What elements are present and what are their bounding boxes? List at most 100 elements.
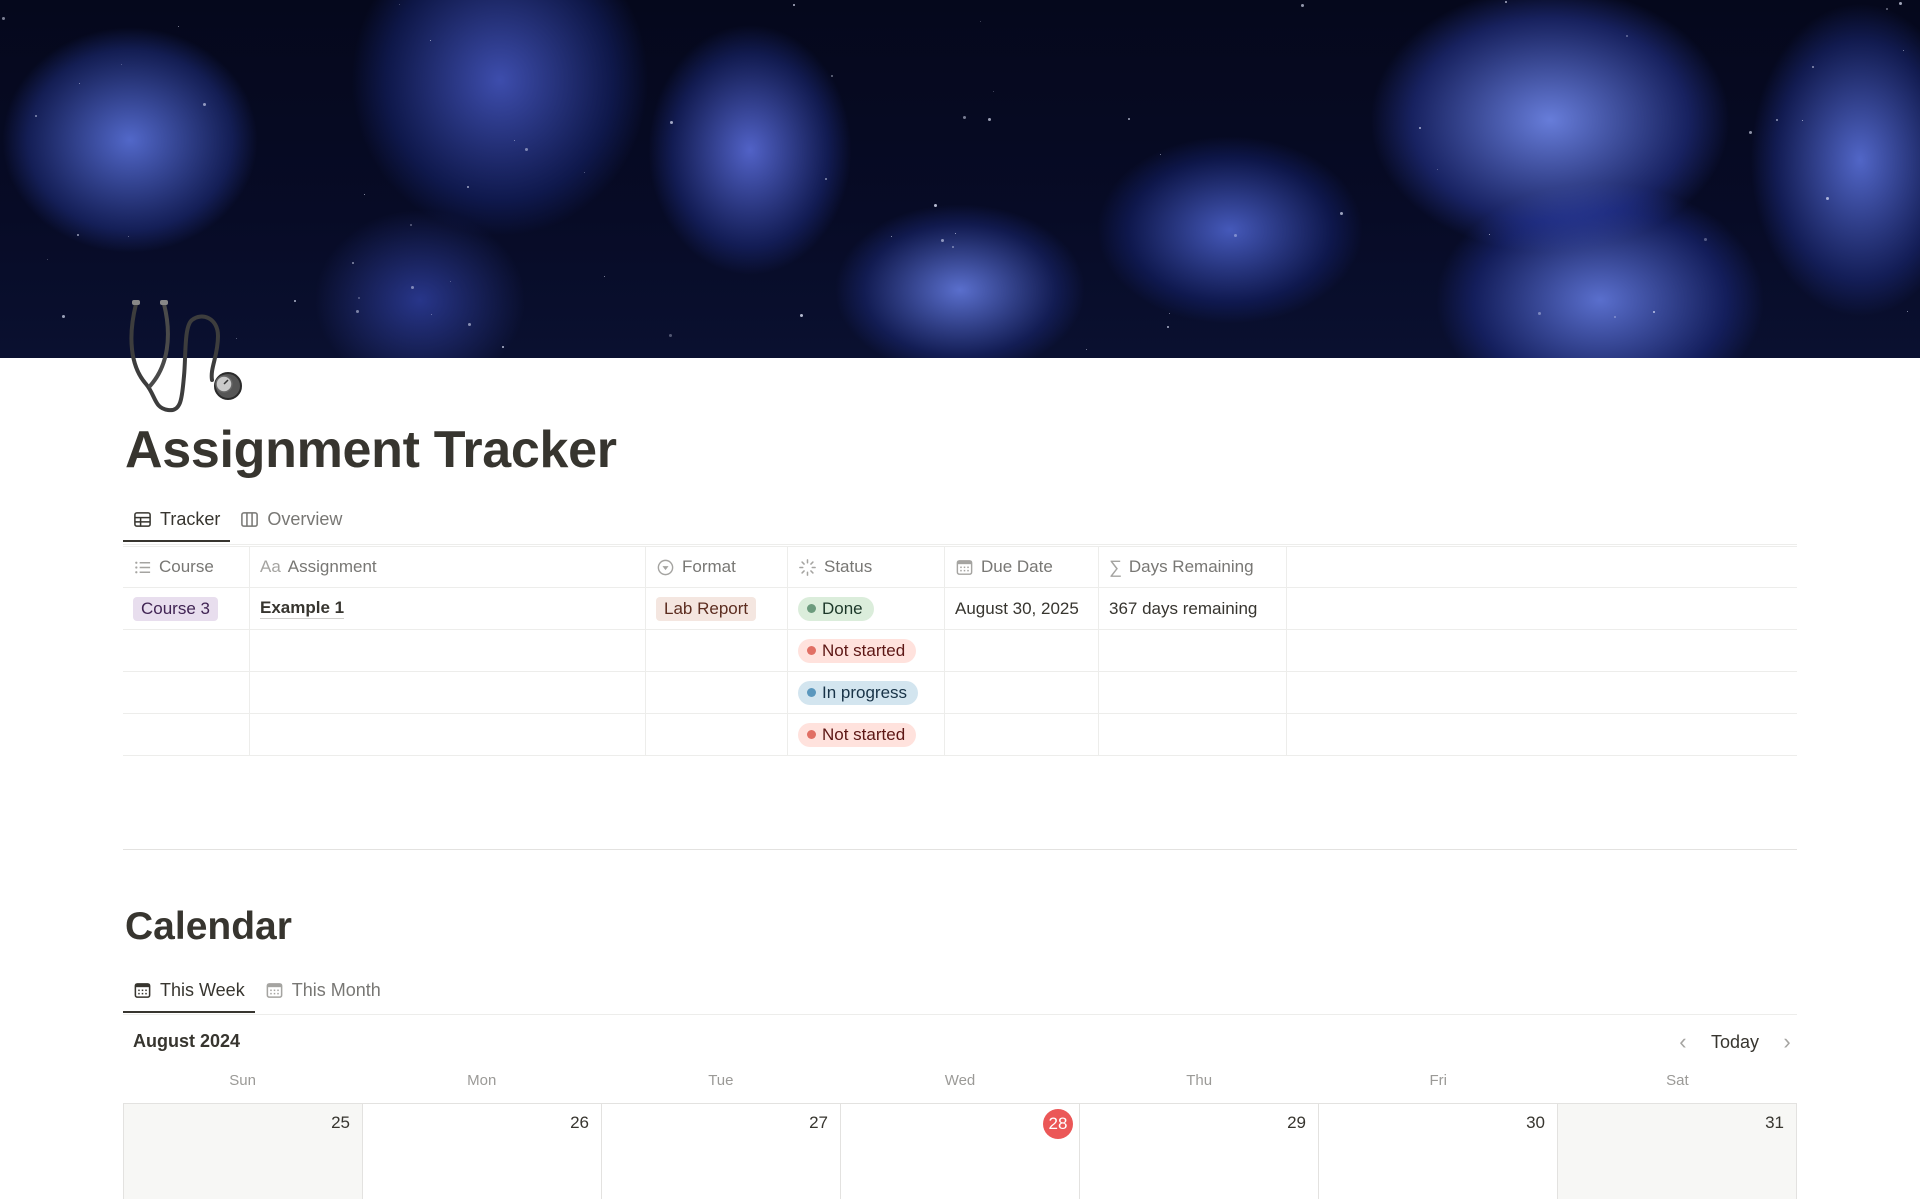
column-header-format[interactable]: Format [646,547,788,587]
stethoscope-icon[interactable] [124,296,248,416]
status-dot [807,730,816,739]
cover-speck [1614,316,1616,318]
column-label: Due Date [981,557,1053,576]
cover-speck [1437,169,1438,170]
page-title: Assignment Tracker [125,421,617,479]
cover-speck [941,239,944,242]
format-cell[interactable] [646,672,788,713]
chevron-right-icon[interactable]: › [1777,1029,1797,1055]
cover-speck [35,115,37,117]
cover-speck [1169,313,1170,314]
tab-tracker[interactable]: Tracker [123,498,231,542]
status-cell[interactable]: Done [788,588,945,629]
table-row[interactable]: Not started [123,714,1797,756]
days-remaining-cell [1099,714,1287,755]
cover-speck [450,281,451,282]
day-number: 31 [1765,1113,1784,1132]
format-cell[interactable] [646,714,788,755]
day-name: Wed [944,1072,976,1089]
cover-speck [1802,120,1803,121]
column-header-status[interactable]: Status [788,547,945,587]
column-header-assignment[interactable]: Aa Assignment [250,547,646,587]
table-row[interactable]: Course 3 Example 1 Lab Report Done Augus… [123,588,1797,630]
table-row[interactable]: In progress [123,672,1797,714]
column-header-due-date[interactable]: Due Date [945,547,1099,587]
day-name: Mon [467,1072,497,1089]
calendar-day-cell[interactable]: 26 [363,1104,602,1199]
course-cell[interactable] [123,630,250,671]
calendar-day-cell[interactable]: 30 [1319,1104,1558,1199]
cover-speck [988,118,991,121]
calendar-day-cell[interactable]: 28 [841,1104,1080,1199]
cover-speck [467,186,469,188]
calendar-day-cell[interactable]: 27 [602,1104,841,1199]
status-dot [807,688,816,697]
tab-label: Overview [267,508,343,529]
calendar-day-cell[interactable]: 25 [124,1104,363,1199]
status-label: Not started [822,724,906,744]
cover-speck [1749,131,1752,134]
day-number: 25 [331,1113,350,1132]
cover-speck [1340,212,1343,215]
due-date-cell[interactable] [945,630,1099,671]
status-cell[interactable]: In progress [788,672,945,713]
cover-speck [584,172,585,173]
status-dot [807,604,816,613]
assignment-cell[interactable] [250,672,646,713]
cover-speck [955,233,956,234]
cover-speck [934,204,937,207]
cover-speck [1086,349,1087,350]
due-date-cell[interactable] [945,672,1099,713]
tracker-view-tabs: Tracker Overview [123,498,352,542]
formula-sigma-icon: ∑ [1109,556,1122,577]
today-day-number: 28 [1043,1109,1073,1139]
row-spacer [1287,714,1797,755]
tab-overview[interactable]: Overview [230,498,352,540]
assignment-cell[interactable] [250,630,646,671]
column-label: Format [682,557,736,576]
day-number: 29 [1287,1113,1306,1132]
course-cell[interactable]: Course 3 [123,588,250,629]
cover-speck [1538,312,1541,315]
chevron-left-icon[interactable]: ‹ [1673,1029,1693,1055]
column-header-course[interactable]: Course [123,547,250,587]
tab-this-month[interactable]: This Month [255,969,391,1011]
cover-speck [514,140,515,141]
today-button[interactable]: Today [1707,1032,1763,1053]
calendar-heading: Calendar [125,905,292,948]
due-date-cell[interactable]: August 30, 2025 [945,588,1099,629]
calendar-day-cell[interactable]: 31 [1558,1104,1797,1199]
cover-speck [670,121,673,124]
cover-speck [468,323,471,326]
calendar-icon [265,981,284,1000]
format-cell[interactable]: Lab Report [646,588,788,629]
course-cell[interactable] [123,672,250,713]
cover-speck [1626,35,1628,37]
board-icon [240,510,259,529]
assignment-cell[interactable] [250,714,646,755]
course-cell[interactable] [123,714,250,755]
cover-speck [669,334,672,337]
due-date-cell[interactable] [945,714,1099,755]
section-divider [123,849,1797,850]
column-label: Status [824,557,873,576]
calendar-day-cell[interactable]: 29 [1080,1104,1319,1199]
format-cell[interactable] [646,630,788,671]
column-header-days-remaining[interactable]: ∑ Days Remaining [1099,547,1287,587]
status-cell[interactable]: Not started [788,714,945,755]
calendar-nav: ‹ Today › [1673,1026,1797,1058]
cover-speck [1489,234,1490,235]
text-type-icon: Aa [260,557,281,576]
status-cell[interactable]: Not started [788,630,945,671]
table-icon [133,510,152,529]
cover-speck [1899,2,1902,5]
cover-speck [431,314,432,315]
cover-speck [1419,127,1421,129]
assignment-title-link[interactable]: Example 1 [260,598,345,619]
assignment-cell[interactable]: Example 1 [250,588,646,629]
tab-this-week[interactable]: This Week [123,969,255,1013]
cover-speck [1128,118,1130,120]
cover-speck [1505,1,1507,3]
table-row[interactable]: Not started [123,630,1797,672]
assignment-table: Course Aa Assignment Format Status Due D… [123,546,1797,756]
